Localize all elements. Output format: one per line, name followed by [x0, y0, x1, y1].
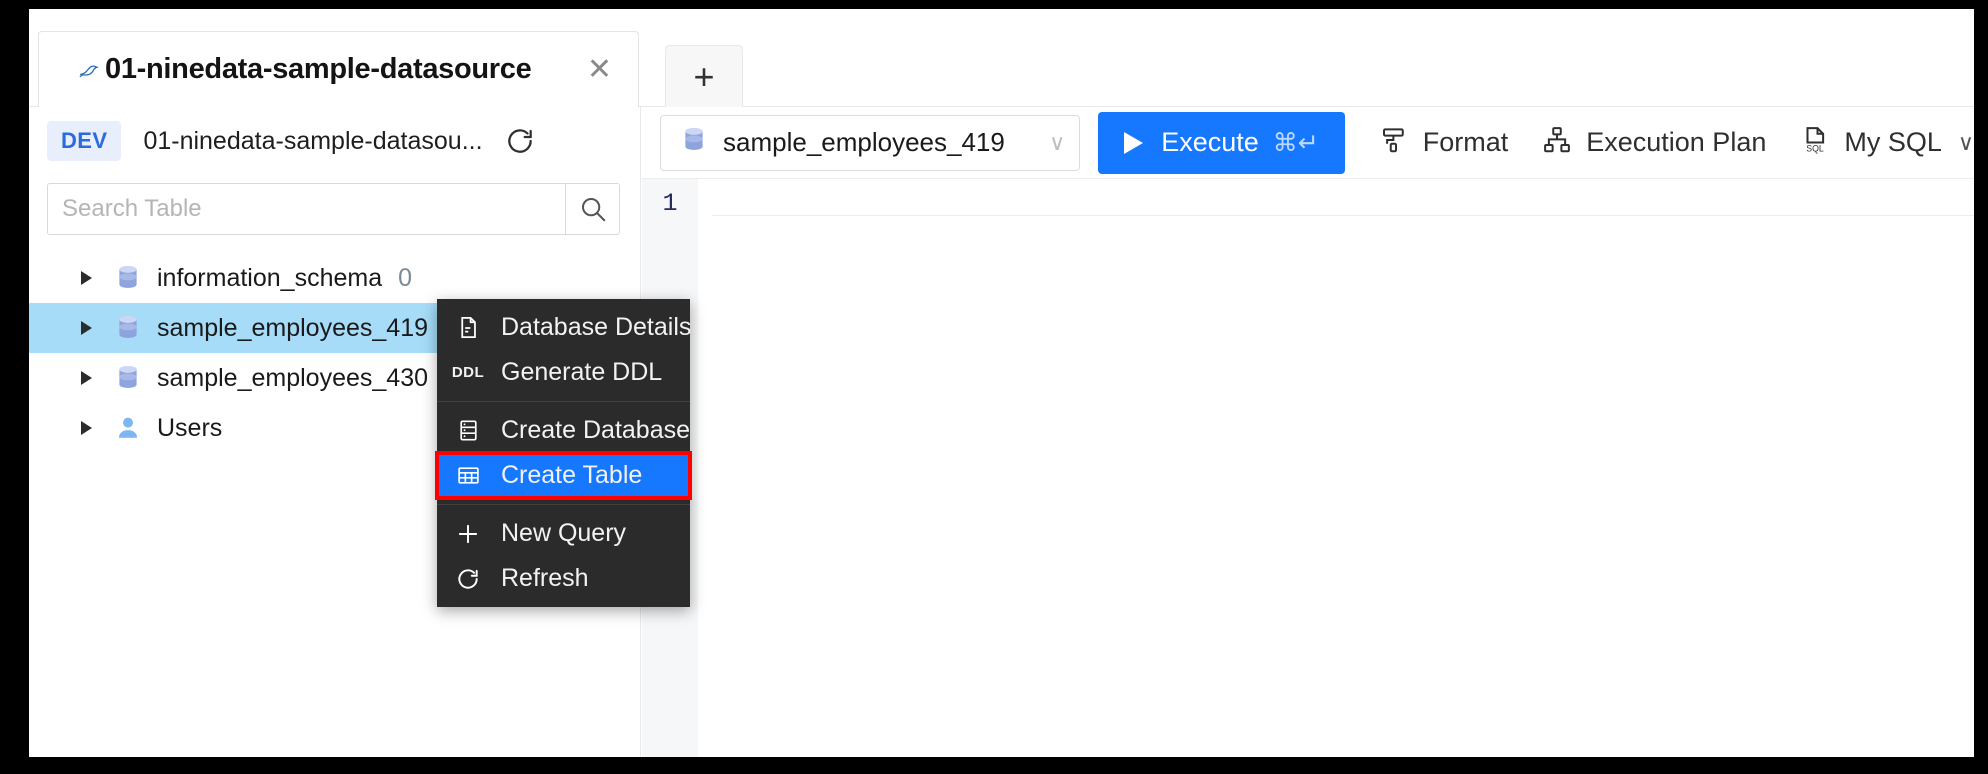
- search-input[interactable]: [48, 184, 565, 234]
- chevron-right-icon[interactable]: [81, 371, 92, 385]
- server-icon: [451, 418, 485, 443]
- chevron-right-icon[interactable]: [81, 271, 92, 285]
- tree-item-label: Users: [157, 413, 223, 442]
- database-icon: [115, 364, 141, 392]
- menu-item-generate-ddl[interactable]: DDL Generate DDL: [437, 350, 690, 395]
- hierarchy-icon: [1542, 125, 1572, 160]
- context-menu: Database Details DDL Generate DDL Create…: [435, 299, 692, 607]
- ddl-icon: DDL: [451, 364, 485, 381]
- close-icon[interactable]: ✕: [583, 54, 616, 85]
- menu-separator: [437, 401, 690, 402]
- database-icon: [681, 126, 707, 159]
- format-label: Format: [1422, 127, 1509, 157]
- new-tab-button[interactable]: +: [665, 45, 743, 107]
- svg-text:SQL: SQL: [1807, 143, 1825, 153]
- database-icon: [115, 264, 141, 292]
- document-icon: [451, 315, 485, 340]
- editor-code-area[interactable]: [698, 179, 1974, 757]
- datasource-name: 01-ninedata-sample-datasou...: [143, 126, 483, 155]
- menu-item-label: Create Database: [501, 416, 691, 444]
- sql-dialect-label: My SQL: [1844, 127, 1942, 157]
- execute-shortcut: ⌘↵: [1272, 128, 1319, 157]
- chevron-down-icon[interactable]: ∨: [1049, 130, 1065, 156]
- format-button[interactable]: Format: [1379, 125, 1509, 160]
- database-selector[interactable]: sample_employees_419 ∨: [660, 114, 1081, 171]
- menu-item-database-details[interactable]: Database Details: [437, 305, 692, 350]
- play-icon: [1124, 131, 1144, 154]
- editor-toolbar: sample_employees_419 ∨ Execute ⌘↵ Format: [642, 107, 1974, 179]
- env-badge: DEV: [47, 121, 122, 161]
- sql-editor[interactable]: 1: [642, 179, 1974, 757]
- mysql-dolphin-icon: [77, 57, 103, 83]
- ddl-icon-text: DDL: [451, 364, 485, 381]
- search-table-container: [47, 183, 620, 235]
- search-icon[interactable]: [565, 184, 619, 234]
- database-icon: [115, 314, 141, 342]
- tab-active-datasource[interactable]: 01-ninedata-sample-datasource ✕: [38, 31, 639, 107]
- tree-item-label: sample_employees_430: [157, 363, 429, 392]
- sql-dialect-selector[interactable]: SQL My SQL ∨: [1800, 125, 1974, 160]
- database-selector-value: sample_employees_419: [723, 127, 1005, 157]
- screenshot-root: 01-ninedata-sample-datasource ✕ + DEV 01…: [0, 0, 1988, 774]
- chevron-down-icon[interactable]: ∨: [1958, 130, 1974, 156]
- refresh-icon[interactable]: [503, 124, 537, 158]
- menu-item-create-database[interactable]: Create Database: [437, 408, 690, 453]
- menu-item-label: Generate DDL: [501, 358, 663, 386]
- editor-first-line-divider: [712, 215, 1974, 216]
- menu-item-label: Refresh: [501, 564, 589, 592]
- refresh-icon: [451, 566, 485, 592]
- sql-file-icon: SQL: [1800, 125, 1830, 160]
- plus-icon: [451, 521, 485, 547]
- menu-item-label: New Query: [501, 519, 627, 547]
- paint-roller-icon: [1379, 125, 1409, 160]
- datasource-header: DEV 01-ninedata-sample-datasou...: [29, 107, 640, 175]
- menu-separator: [437, 504, 690, 505]
- tree-item-label: sample_employees_419: [157, 313, 429, 342]
- menu-item-new-query[interactable]: New Query: [437, 511, 690, 556]
- table-grid-icon: [451, 463, 485, 488]
- tree-item-label: information_schema: [157, 263, 383, 292]
- chevron-right-icon[interactable]: [81, 321, 92, 335]
- line-number: 1: [662, 189, 678, 218]
- menu-item-label: Create Table: [501, 461, 643, 489]
- tree-item-information-schema[interactable]: information_schema 0: [29, 253, 640, 303]
- user-icon: [115, 414, 141, 442]
- tree-item-count: 0: [398, 263, 413, 292]
- execute-label: Execute: [1161, 127, 1259, 157]
- menu-item-label: Database Details: [501, 313, 692, 341]
- menu-item-refresh[interactable]: Refresh: [437, 556, 690, 601]
- tab-bar: 01-ninedata-sample-datasource ✕ +: [29, 9, 1974, 107]
- execution-plan-button[interactable]: Execution Plan: [1542, 125, 1766, 160]
- execute-button[interactable]: Execute ⌘↵: [1098, 111, 1345, 174]
- chevron-right-icon[interactable]: [81, 421, 92, 435]
- application-window: 01-ninedata-sample-datasource ✕ + DEV 01…: [29, 9, 1974, 757]
- tab-title: 01-ninedata-sample-datasource: [105, 53, 532, 85]
- execution-plan-label: Execution Plan: [1586, 127, 1767, 157]
- menu-item-create-table[interactable]: Create Table: [435, 451, 692, 500]
